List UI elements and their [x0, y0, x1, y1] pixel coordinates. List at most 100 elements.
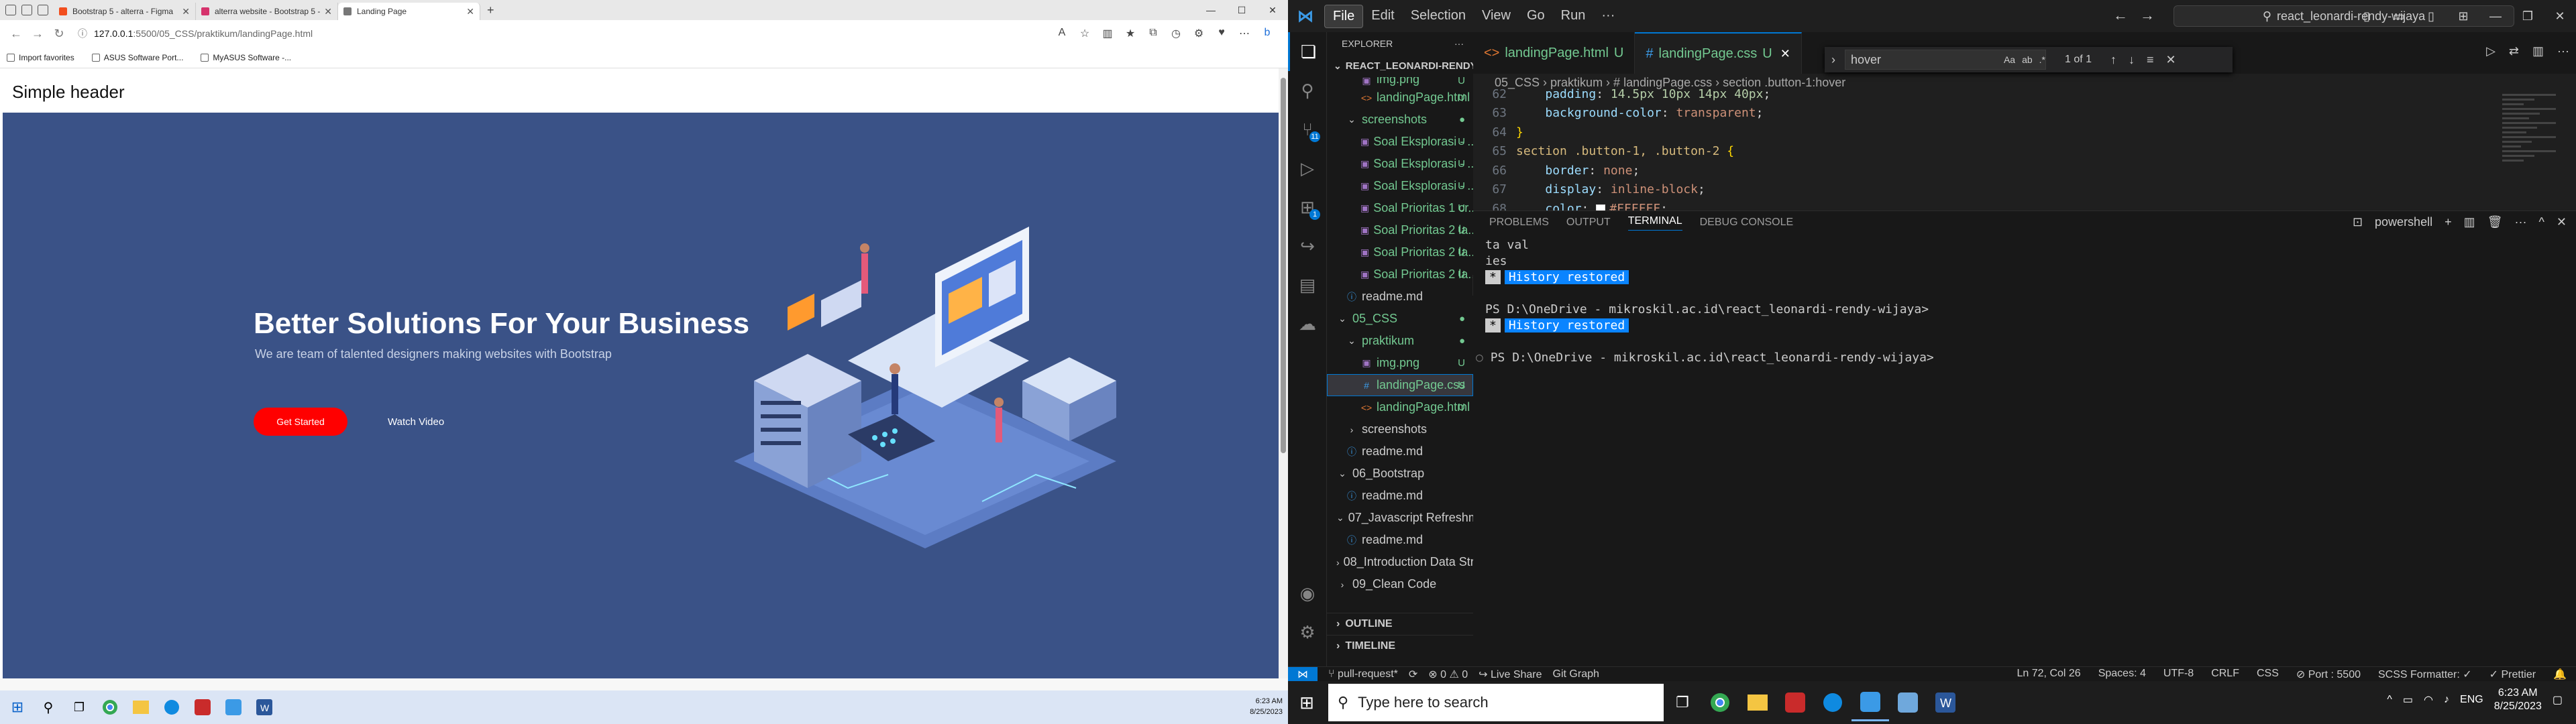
- collections-icon[interactable]: [21, 5, 32, 15]
- notes-icon[interactable]: [1889, 684, 1927, 721]
- edge-icon[interactable]: [158, 694, 185, 721]
- minimize-button[interactable]: —: [1195, 0, 1226, 20]
- explorer-icon[interactable]: ❏: [1288, 32, 1327, 71]
- tree-item[interactable]: ▣ Soal Prioritas 2 la... U: [1327, 263, 1473, 286]
- previous-match-icon[interactable]: ↑: [2110, 53, 2116, 67]
- chrome-icon[interactable]: [1701, 684, 1739, 721]
- maximize-button[interactable]: ☐: [1226, 0, 1257, 20]
- code-line[interactable]: 62 padding: 14.5px 10px 14px 40px;: [1473, 84, 2576, 104]
- vscode-taskbar-icon[interactable]: [220, 694, 247, 721]
- tree-item[interactable]: ⓘ readme.md: [1327, 440, 1473, 463]
- tree-item[interactable]: ▣ Soal Eksplorasi - ... U: [1327, 153, 1473, 175]
- match-word-icon[interactable]: ab: [2022, 54, 2033, 65]
- menu-more-icon[interactable]: ···: [1593, 5, 1623, 28]
- menu-item-view[interactable]: View: [1474, 5, 1519, 28]
- find-input[interactable]: hover Aa ab .*: [1845, 50, 2046, 70]
- wifi-icon[interactable]: ◠: [2424, 693, 2433, 707]
- find-expand-icon[interactable]: ›: [1831, 53, 1835, 67]
- next-match-icon[interactable]: ↓: [2129, 53, 2135, 67]
- tree-item[interactable]: <> landingPage.html U: [1327, 86, 1473, 109]
- toggle-secondary-sidebar-icon[interactable]: ▯: [2415, 0, 2447, 32]
- editor-tab-close-icon[interactable]: ✕: [1780, 47, 1790, 61]
- nav-forward-icon[interactable]: →: [2140, 7, 2155, 24]
- status-item[interactable]: UTF-8: [2163, 668, 2194, 681]
- git-graph-icon[interactable]: ☁: [1288, 304, 1327, 343]
- tree-item[interactable]: ▣ Soal Prioritas 2 la... U: [1327, 241, 1473, 263]
- live-share-indicator[interactable]: ↪ Live Share: [1479, 668, 1542, 681]
- code-line[interactable]: 65 section .button-1, .button-2 {: [1473, 142, 2576, 162]
- tab-actions-icon[interactable]: [38, 5, 48, 15]
- tree-item[interactable]: › 08_Introduction Data Str...: [1327, 551, 1473, 573]
- tree-item[interactable]: ▣ img.png U: [1327, 77, 1473, 86]
- notifications-bell-icon[interactable]: 🔔: [2553, 668, 2567, 681]
- taskbar-search-input[interactable]: ⚲ Type here to search: [1328, 684, 1664, 721]
- status-item[interactable]: ✓ Prettier: [2489, 668, 2536, 681]
- editor-tab[interactable]: # landingPage.css U ✕: [1635, 32, 1802, 74]
- maximize-panel-icon[interactable]: ^: [2538, 215, 2544, 229]
- terminal-icon[interactable]: ⊡: [2353, 215, 2363, 229]
- close-find-icon[interactable]: ✕: [2166, 53, 2176, 67]
- extensions-icon[interactable]: ⚙: [1187, 27, 1210, 40]
- minimize-button[interactable]: —: [2479, 0, 2512, 32]
- restore-button[interactable]: ❐: [2512, 0, 2544, 32]
- left-clock[interactable]: 6:23 AM 8/25/2023: [1250, 696, 1283, 717]
- vscode-taskbar-icon[interactable]: [1851, 684, 1889, 721]
- app-icon[interactable]: [189, 694, 216, 721]
- favorites-icon[interactable]: ★: [1119, 27, 1142, 40]
- split-editor-icon[interactable]: ▥: [2532, 44, 2544, 58]
- compare-icon[interactable]: ⇄: [2509, 44, 2519, 58]
- editor-tab[interactable]: <> landingPage.html U: [1473, 32, 1635, 74]
- show-hidden-icons[interactable]: ^: [2387, 694, 2392, 706]
- bing-copilot-icon[interactable]: b: [1256, 27, 1279, 40]
- status-item[interactable]: CSS: [2257, 668, 2279, 681]
- split-terminal-icon[interactable]: ▥: [2464, 215, 2475, 229]
- task-view-icon[interactable]: ❐: [66, 694, 93, 721]
- menu-item-run[interactable]: Run: [1553, 5, 1594, 28]
- tree-item[interactable]: ⓘ readme.md: [1327, 485, 1473, 507]
- sync-icon[interactable]: ⟳: [1409, 668, 1417, 681]
- search-icon[interactable]: ⚲: [35, 694, 62, 721]
- code-editor[interactable]: 62 padding: 14.5px 10px 14px 40px; 63 bac…: [1472, 87, 2576, 407]
- menu-item-edit[interactable]: Edit: [1363, 5, 1402, 28]
- watch-video-button[interactable]: Watch Video: [388, 408, 444, 436]
- match-case-icon[interactable]: Aa: [2004, 54, 2015, 65]
- refresh-icon[interactable]: ↻: [48, 27, 70, 41]
- workspaces-icon[interactable]: [5, 5, 16, 15]
- read-aloud-icon[interactable]: A: [1051, 27, 1073, 40]
- panel-tab[interactable]: TERMINAL: [1627, 215, 1682, 231]
- notifications-icon[interactable]: ▢: [2553, 693, 2563, 707]
- timeline-section[interactable]: › TIMELINE: [1327, 635, 1473, 657]
- manage-gear-icon[interactable]: ⚙: [1288, 613, 1327, 652]
- favorite-star-icon[interactable]: ☆: [1073, 27, 1096, 40]
- status-item[interactable]: SCSS Formatter: ✓: [2378, 668, 2472, 681]
- find-in-selection-icon[interactable]: ≡: [2147, 53, 2154, 67]
- history-icon[interactable]: ◷: [1165, 27, 1187, 40]
- code-line[interactable]: 64}: [1473, 123, 2576, 142]
- status-item[interactable]: Spaces: 4: [2098, 668, 2146, 681]
- tab-close-icon[interactable]: ✕: [324, 6, 332, 17]
- branch-indicator[interactable]: ⑂ pull-request*: [1328, 668, 1398, 680]
- task-view-icon[interactable]: ❐: [1664, 684, 1701, 721]
- explorer-more-icon[interactable]: ···: [1454, 38, 1464, 49]
- battery-icon[interactable]: ▭: [2403, 693, 2413, 707]
- accounts-icon[interactable]: ◉: [1288, 574, 1327, 613]
- get-started-button[interactable]: Get Started: [254, 408, 347, 436]
- minimap[interactable]: [2502, 91, 2556, 210]
- tree-item[interactable]: <> landingPage.html U: [1327, 396, 1473, 418]
- chrome-icon[interactable]: [97, 694, 123, 721]
- browser-tab[interactable]: alterra website - Bootstrap 5 - ✕: [196, 3, 338, 20]
- tree-item[interactable]: ⌄ praktikum ●: [1327, 330, 1473, 352]
- search-view-icon[interactable]: ⚲: [1288, 71, 1327, 110]
- kill-terminal-icon[interactable]: 🗑: [2487, 215, 2503, 229]
- menu-item-go[interactable]: Go: [1519, 5, 1553, 28]
- tree-item[interactable]: ▣ Soal Eksplorasi - ... U: [1327, 175, 1473, 197]
- forward-icon[interactable]: →: [27, 27, 48, 41]
- tree-item[interactable]: ▣ Soal Prioritas 1 cr... U: [1327, 197, 1473, 219]
- shell-name[interactable]: powershell: [2375, 215, 2432, 229]
- customize-layout-icon[interactable]: ⊞: [2447, 0, 2479, 32]
- taskbar-clock[interactable]: 6:23 AM 8/25/2023: [2494, 686, 2542, 713]
- problems-indicator[interactable]: ⊗ 0 ⚠ 0: [1428, 668, 1468, 681]
- tree-item[interactable]: ⌄ screenshots ●: [1327, 109, 1473, 131]
- panel-tab[interactable]: DEBUG CONSOLE: [1700, 217, 1794, 229]
- file-explorer-icon[interactable]: [1739, 684, 1776, 721]
